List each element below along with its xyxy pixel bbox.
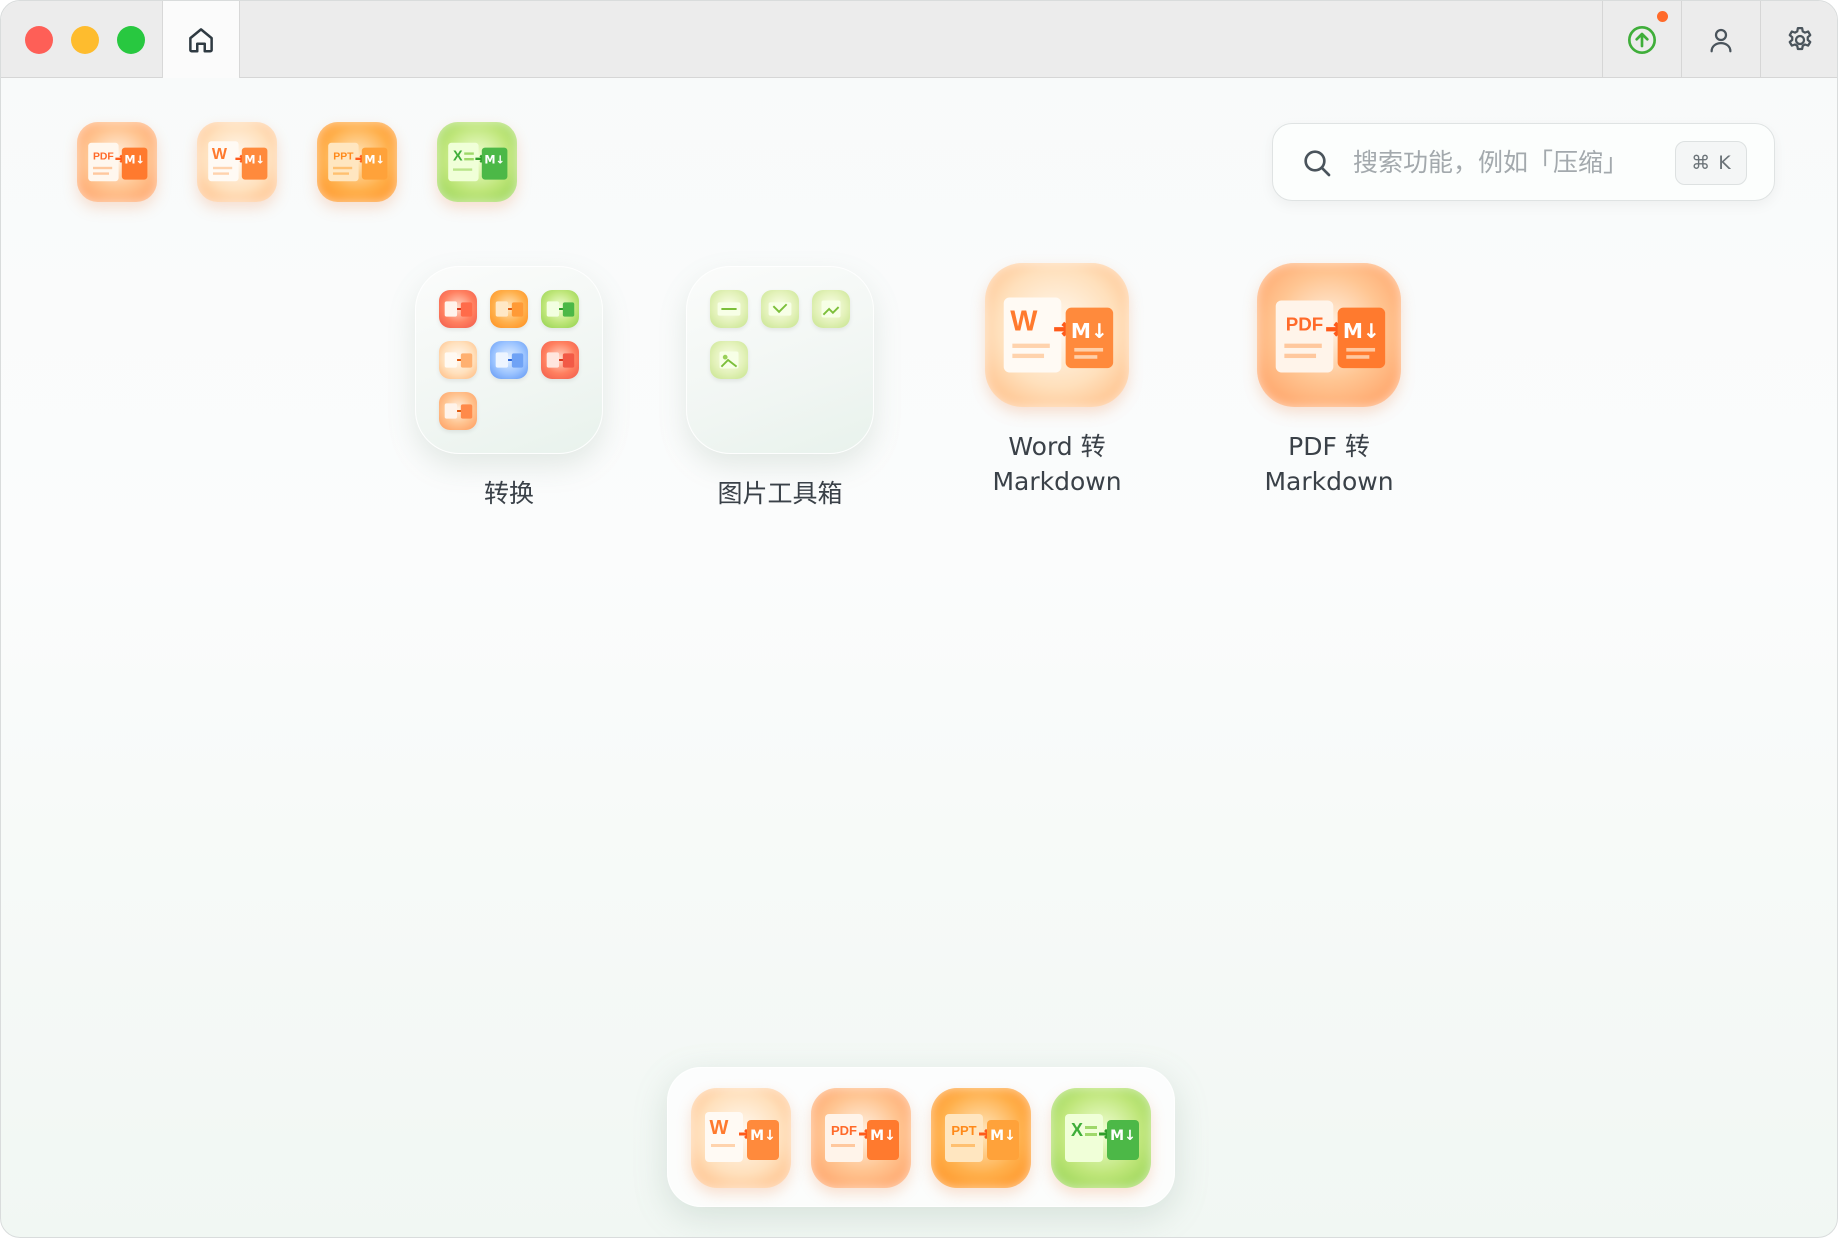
pdf-to-markdown-icon: PDF M↓ (825, 1114, 899, 1162)
mini-app-icon (761, 290, 799, 328)
app-window: PDF M↓ W M↓ PPT M↓ X M↓ 搜索功能，例如「压缩」 ⌘ K … (0, 0, 1838, 1238)
shortcut-word-to-markdown[interactable]: W M↓ (197, 122, 277, 202)
user-icon (1710, 28, 1732, 52)
svg-text:X: X (453, 148, 463, 164)
dock-word-to-markdown[interactable]: W M↓ (691, 1088, 791, 1188)
search-box[interactable]: ⌘ K (1272, 123, 1775, 201)
svg-text:M↓: M↓ (870, 1128, 896, 1144)
update-button[interactable] (1602, 1, 1681, 78)
svg-text:W: W (1010, 306, 1038, 338)
svg-text:M↓: M↓ (750, 1128, 776, 1144)
search-icon (1304, 150, 1331, 177)
svg-text:M↓: M↓ (1071, 319, 1108, 343)
mini-app-icon (710, 290, 748, 328)
word-to-markdown-icon: W M↓ (208, 141, 268, 182)
window-close-button[interactable] (25, 26, 53, 54)
mini-app-icon (541, 290, 579, 328)
word-to-markdown-label-line2: Markdown (992, 467, 1122, 496)
excel-to-markdown-icon: X M↓ (1065, 1114, 1139, 1162)
dock: W M↓ PDF M↓ PPT M↓ X M↓ (667, 1067, 1175, 1207)
svg-text:PDF: PDF (1286, 314, 1323, 335)
svg-text:PDF: PDF (831, 1123, 857, 1138)
mini-app-icon (812, 290, 850, 328)
pdf-to-markdown-icon: PDF M↓ (1275, 300, 1386, 373)
title-bar (1, 1, 1837, 78)
svg-text:M↓: M↓ (244, 154, 265, 167)
search-input[interactable] (1353, 142, 1653, 182)
svg-text:M↓: M↓ (364, 154, 385, 167)
word-to-markdown-icon: W M↓ (1003, 297, 1114, 373)
home-tab[interactable] (162, 1, 240, 78)
shortcut-pdf-to-markdown[interactable]: PDF M↓ (77, 122, 157, 202)
shortcut-ppt-to-markdown[interactable]: PPT M↓ (317, 122, 397, 202)
mini-app-icon (439, 290, 477, 328)
svg-text:PPT: PPT (333, 152, 354, 163)
svg-text:X: X (1071, 1120, 1083, 1140)
ppt-to-markdown-icon: PPT M↓ (328, 142, 388, 182)
word-to-markdown-label-line1: Word 转 (1008, 432, 1106, 461)
image-toolbox-folder-label: 图片工具箱 (717, 479, 843, 508)
dock-ppt-to-markdown[interactable]: PPT M↓ (931, 1088, 1031, 1188)
convert-folder[interactable] (415, 266, 603, 454)
convert-folder-label: 转换 (483, 479, 534, 508)
account-button[interactable] (1681, 1, 1760, 78)
pdf-to-markdown-icon: PDF M↓ (88, 142, 148, 182)
window-minimize-button[interactable] (71, 26, 99, 54)
dock-excel-to-markdown[interactable]: X M↓ (1051, 1088, 1151, 1188)
pdf-to-markdown-app[interactable]: PDF M↓ (1257, 263, 1401, 407)
home-icon (189, 27, 213, 52)
ppt-to-markdown-icon: PPT M↓ (945, 1114, 1019, 1162)
mini-app-icon (710, 341, 748, 379)
svg-text:M↓: M↓ (1110, 1128, 1136, 1144)
svg-text:PPT: PPT (951, 1123, 976, 1138)
svg-text:M↓: M↓ (990, 1128, 1016, 1144)
gear-icon (1788, 26, 1812, 50)
update-notification-dot (1657, 11, 1668, 22)
mini-app-icon (541, 341, 579, 379)
excel-to-markdown-icon: X M↓ (448, 142, 508, 182)
settings-button[interactable] (1760, 1, 1837, 78)
shortcut-key: K (1718, 152, 1731, 174)
upload-icon (1628, 25, 1656, 54)
command-key-symbol: ⌘ (1691, 152, 1711, 174)
word-to-markdown-app[interactable]: W M↓ (985, 263, 1129, 407)
mini-app-icon (439, 341, 477, 379)
pdf-to-markdown-label-line1: PDF 转 (1288, 432, 1370, 461)
pdf-to-markdown-label-line2: Markdown (1264, 467, 1394, 496)
window-maximize-button[interactable] (117, 26, 145, 54)
shortcut-excel-to-markdown[interactable]: X M↓ (437, 122, 517, 202)
dock-pdf-to-markdown[interactable]: PDF M↓ (811, 1088, 911, 1188)
mini-app-icon (439, 392, 477, 430)
search-shortcut-hint: ⌘ K (1675, 141, 1747, 185)
svg-text:PDF: PDF (93, 152, 114, 163)
mini-app-icon (490, 290, 528, 328)
svg-text:M↓: M↓ (484, 154, 505, 167)
svg-text:W: W (710, 1117, 729, 1139)
image-toolbox-folder[interactable] (686, 266, 874, 454)
word-to-markdown-icon: W M↓ (705, 1112, 779, 1162)
svg-text:M↓: M↓ (1343, 319, 1380, 343)
mini-app-icon (490, 341, 528, 379)
svg-text:W: W (212, 146, 228, 163)
svg-text:M↓: M↓ (124, 154, 145, 167)
